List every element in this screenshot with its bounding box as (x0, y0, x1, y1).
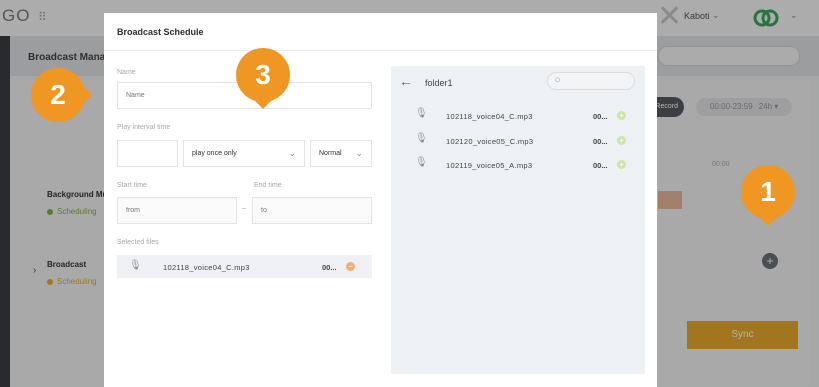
start-time-input[interactable] (117, 197, 237, 224)
add-file-icon[interactable]: + (617, 136, 626, 145)
chevron-down-icon: ⌄ (288, 148, 296, 158)
chevron-down-icon: ⌄ (355, 148, 363, 158)
back-arrow-icon[interactable]: ← (399, 73, 413, 89)
remove-file-icon[interactable]: − (346, 262, 355, 271)
dialog-title: Broadcast Schedule (117, 27, 204, 37)
selected-files-label: Selected files (117, 239, 159, 246)
file-duration: 00... (322, 263, 337, 272)
file-name: 102120_voice05_C.mp3 (446, 137, 534, 146)
file-list-item[interactable]: 🎙 102120_voice05_C.mp3 00... + (391, 133, 645, 151)
marker-number: 3 (255, 59, 271, 90)
file-browser: ← folder1 ○ 🎙 102118_voice04_C.mp3 00...… (391, 66, 645, 374)
marker-number: 1 (760, 176, 776, 207)
interval-value[interactable] (118, 141, 177, 166)
selected-file-row: 🎙 102118_voice04_C.mp3 00... − (117, 255, 372, 278)
end-time-label: End time (254, 182, 282, 189)
file-duration: 00... (593, 112, 608, 121)
priority-select[interactable]: Normal ⌄ (310, 140, 372, 167)
file-duration: 00... (593, 161, 608, 170)
range-separator: ~ (242, 206, 247, 213)
microphone-icon: 🎙 (415, 133, 428, 144)
file-duration: 00... (593, 137, 608, 146)
play-mode-value: play once only (192, 150, 237, 157)
broadcast-schedule-dialog: Broadcast Schedule Name Play interval ti… (104, 13, 657, 387)
file-name: 102118_voice04_C.mp3 (446, 112, 533, 121)
file-name: 102118_voice04_C.mp3 (163, 263, 250, 272)
add-file-icon[interactable]: + (617, 111, 626, 120)
annotation-marker-1: 1 (741, 165, 795, 226)
start-time-label: Start time (117, 182, 147, 189)
microphone-icon: 🎙 (415, 157, 428, 168)
interval-input[interactable] (117, 140, 178, 167)
marker-number: 2 (50, 79, 66, 110)
end-time-value[interactable] (253, 198, 371, 223)
folder-name: folder1 (425, 78, 453, 88)
file-name: 102119_voice05_A.mp3 (446, 161, 533, 170)
annotation-marker-2: 2 (31, 68, 92, 122)
start-time-value[interactable] (118, 198, 236, 223)
microphone-icon: 🎙 (129, 260, 142, 271)
search-icon: ○ (554, 74, 561, 86)
annotation-marker-3: 3 (236, 48, 290, 109)
add-file-icon[interactable]: + (617, 160, 626, 169)
file-search-input[interactable]: ○ (547, 72, 635, 90)
microphone-icon: 🎙 (415, 108, 428, 119)
play-mode-select[interactable]: play once only ⌄ (183, 140, 305, 167)
file-list-item[interactable]: 🎙 102118_voice04_C.mp3 00... + (391, 108, 645, 126)
priority-value: Normal (319, 150, 342, 157)
file-list-item[interactable]: 🎙 102119_voice05_A.mp3 00... + (391, 157, 645, 175)
divider (104, 50, 657, 51)
name-label: Name (117, 69, 136, 76)
interval-label: Play interval time (117, 124, 171, 131)
end-time-input[interactable] (252, 197, 372, 224)
